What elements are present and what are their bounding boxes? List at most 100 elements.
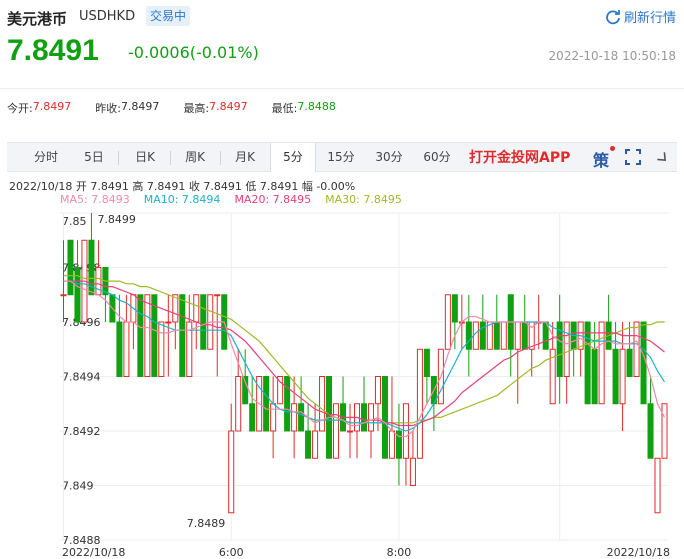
tab-60min[interactable]: 60分 (419, 143, 455, 172)
candle-body (619, 348, 626, 405)
candle-body (640, 321, 647, 405)
candle-body (67, 239, 74, 296)
tab-weekly-k[interactable]: 周K (177, 143, 213, 172)
stat-label: 昨收: (95, 102, 121, 115)
candle-body (291, 403, 298, 432)
period-tabs: 分时 5日 日K 周K 月K 5分 15分 30分 60分 打开金投网APP 策 (7, 142, 677, 173)
tab-30min[interactable]: 30分 (371, 143, 407, 172)
candle-body (521, 321, 528, 350)
candle-body (263, 376, 270, 432)
x-tick-label: 8:00 (387, 546, 412, 559)
candle-body (647, 403, 654, 459)
stat-low: 最低: 7.8488 (272, 100, 336, 116)
stat-prev-close: 昨收: 7.8497 (95, 100, 159, 116)
candle-body (179, 294, 186, 377)
candle-body (416, 348, 423, 459)
y-tick-label: 7.85 (62, 215, 87, 228)
candle-body (312, 430, 319, 459)
candle-body (500, 321, 507, 350)
stats-row: 今开: 7.8497 昨收: 7.8497 最高: 7.8497 最低: 7.8488 (7, 100, 360, 116)
candle-body (451, 294, 458, 323)
tab-separator (170, 151, 171, 165)
candle-body (151, 294, 158, 377)
candle-body (633, 321, 640, 377)
trading-status-badge: 交易中 (146, 6, 191, 26)
tab-fenshi[interactable]: 分时 (27, 143, 65, 172)
candle-body (158, 321, 165, 377)
candle-body (137, 294, 144, 377)
candle-body (388, 430, 395, 459)
candle-body (95, 267, 102, 296)
candle-body (360, 403, 368, 432)
ohlc-readout: 2022/10/18 开 7.8491 高 7.8491 收 7.8491 低 … (9, 180, 356, 193)
candle-body (591, 348, 598, 405)
max-price-label: 7.8499 (97, 213, 136, 226)
tab-separator (220, 151, 221, 165)
candle-body (214, 294, 221, 297)
candle-body (493, 321, 500, 350)
x-tick-label: 2022/10/18 (62, 546, 125, 559)
candle-body (144, 294, 151, 377)
candle-body (172, 294, 179, 323)
candle-body (598, 321, 605, 405)
candle-body (228, 430, 235, 514)
y-tick-label: 7.8492 (62, 425, 101, 438)
candle-body (60, 294, 67, 297)
candle-body (165, 321, 172, 324)
notification-dot (610, 146, 615, 151)
candle-body (193, 294, 200, 323)
candle-body (305, 430, 312, 459)
candle-body (626, 348, 633, 377)
candle-body (200, 294, 207, 350)
tab-daily-k[interactable]: 日K (127, 143, 163, 172)
min-price-label: 7.8489 (187, 517, 226, 530)
candle-body (514, 321, 521, 350)
y-tick-label: 7.8496 (62, 316, 101, 329)
stat-label: 最高: (183, 102, 210, 115)
stat-high: 最高: 7.8497 (183, 100, 247, 116)
candle-body (563, 321, 570, 377)
candle-body (479, 321, 486, 350)
tab-15min[interactable]: 15分 (323, 143, 359, 172)
candle-body (319, 376, 326, 432)
stat-value: 7.8488 (297, 100, 336, 113)
tab-5min[interactable]: 5分 (270, 143, 316, 173)
candle-body (116, 321, 123, 377)
candle-body (381, 376, 388, 459)
stat-label: 今开: (7, 102, 33, 115)
candle-body (235, 376, 242, 432)
candle-body (249, 403, 256, 432)
candle-body (347, 430, 354, 433)
strategy-icon[interactable]: 策 (593, 147, 609, 171)
refresh-icon (606, 9, 620, 24)
tab-separator (118, 151, 119, 165)
tab-5d[interactable]: 5日 (79, 143, 109, 172)
fullscreen-icon[interactable] (625, 149, 641, 165)
candle-body (465, 321, 472, 350)
tab-monthly-k[interactable]: 月K (227, 143, 263, 172)
stat-value: 7.8497 (120, 100, 160, 113)
stat-value: 7.8497 (209, 100, 248, 113)
candle-body (374, 376, 381, 405)
refresh-label: 刷新行情 (623, 11, 676, 26)
more-icon[interactable] (655, 150, 671, 166)
candle-body (654, 457, 661, 514)
candle-body (284, 376, 291, 432)
current-price: 7.8491 (7, 34, 99, 67)
candle-body (270, 403, 277, 432)
candle-body (486, 321, 493, 350)
y-tick-label: 7.849 (62, 480, 94, 493)
candle-body (584, 321, 591, 405)
refresh-button[interactable]: 刷新行情 (605, 7, 676, 26)
open-app-link[interactable]: 打开金投网APP (469, 147, 570, 167)
x-tick-label: 6:00 (219, 546, 244, 559)
stat-value: 7.8497 (32, 100, 72, 113)
candle-body (298, 403, 305, 432)
stat-open: 今开: 7.8497 (7, 100, 71, 116)
x-tick-label: 2022/10/18 (607, 546, 670, 559)
candle-body (123, 321, 130, 377)
candle-body (409, 457, 416, 486)
instrument-code: USDHKD (79, 9, 136, 24)
divider (0, 88, 684, 89)
candlestick-chart[interactable]: 7.857.84987.84967.84947.84927.8497.84882… (0, 205, 684, 559)
